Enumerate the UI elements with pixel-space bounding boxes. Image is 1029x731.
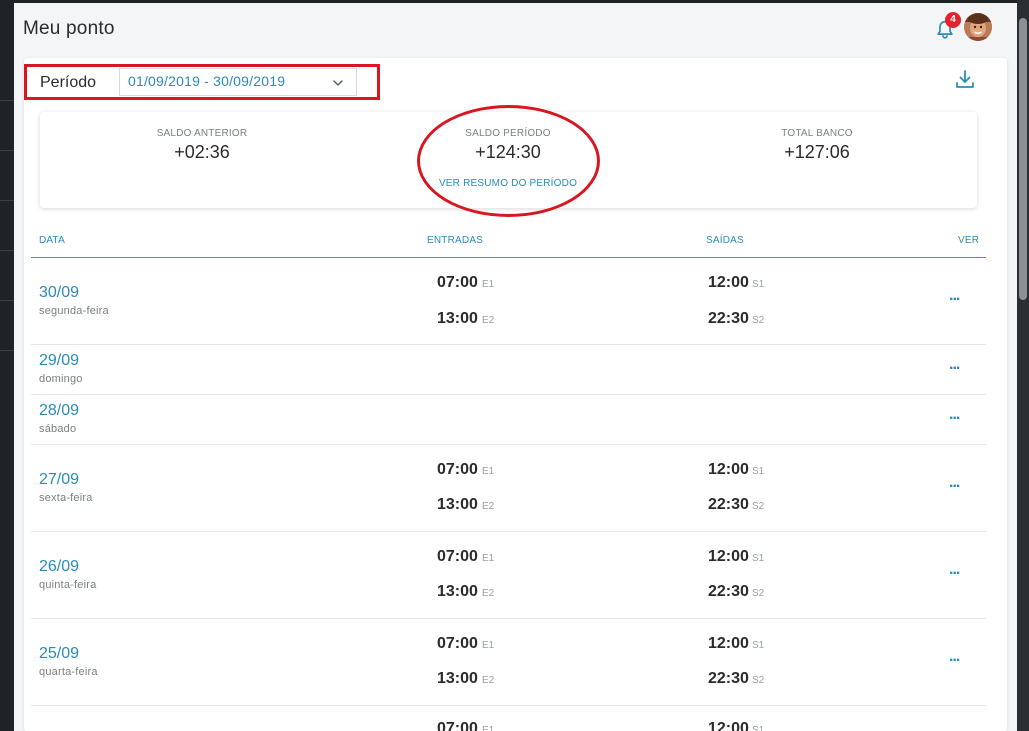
saida-2-tag: S2 <box>752 501 765 512</box>
period-value: 01/09/2019 - 30/09/2019 <box>128 73 286 89</box>
entrada-2-tag: E2 <box>482 675 495 686</box>
entrada-1-tag: E1 <box>482 279 495 290</box>
column-header-saidas: SAÍDAS <box>706 235 744 246</box>
total-banco-value: +127:06 <box>784 142 850 162</box>
entrada-2-time: 13:00 <box>437 496 478 513</box>
entrada-1-time: 07:00 <box>437 635 478 652</box>
app-window: Meu ponto 4 Período 01/09/2019 - 30/09/2… <box>14 3 1017 731</box>
entrada-1-time: 07:00 <box>437 461 478 478</box>
scrollbar-track[interactable] <box>1017 0 1029 731</box>
more-horizontal-icon[interactable]: ... <box>949 561 960 579</box>
saida-1-tag: S1 <box>752 466 765 477</box>
row-date: 29/09 <box>39 352 80 369</box>
page-title: Meu ponto <box>23 18 115 39</box>
saida-2-time: 22:30 <box>708 583 749 600</box>
table-row: 29/09 domingo ... <box>31 345 986 395</box>
page-header: Meu ponto 4 <box>14 3 1017 55</box>
column-header-ver: VER <box>958 235 980 246</box>
column-header-data: DATA <box>39 235 65 246</box>
table-row: 30/09 segunda-feira 07:00 E1 13:00 E2 12… <box>31 258 986 345</box>
more-horizontal-icon[interactable]: ... <box>949 287 960 305</box>
saida-2-tag: S2 <box>752 588 765 599</box>
total-banco: TOTAL BANCO +127:06 <box>697 128 937 163</box>
saida-1-time: 12:00 <box>708 720 749 731</box>
saida-1-time: 12:00 <box>708 548 749 565</box>
saldo-anterior-value: +02:36 <box>174 142 230 162</box>
entrada-2-time: 13:00 <box>437 670 478 687</box>
table-row: 07:00 E1 12:00 S1 <box>31 706 986 731</box>
row-weekday: sexta-feira <box>39 492 93 504</box>
row-weekday: quinta-feira <box>39 579 97 591</box>
row-weekday: domingo <box>39 373 83 385</box>
saida-2-time: 22:30 <box>708 496 749 513</box>
saida-2-time: 22:30 <box>708 670 749 687</box>
entrada-2-time: 13:00 <box>437 310 478 327</box>
table-row: 26/09 quinta-feira 07:00 E1 13:00 E2 12:… <box>31 532 986 619</box>
download-icon[interactable] <box>954 68 976 90</box>
timesheet-card: Período 01/09/2019 - 30/09/2019 SALDO AN… <box>24 58 1007 731</box>
saida-1-time: 12:00 <box>708 461 749 478</box>
saida-1-tag: S1 <box>752 553 765 564</box>
more-horizontal-icon[interactable]: ... <box>949 474 960 492</box>
table-row: 25/09 quarta-feira 07:00 E1 13:00 E2 12:… <box>31 619 986 706</box>
entrada-1-time: 07:00 <box>437 720 478 731</box>
entrada-1-time: 07:00 <box>437 548 478 565</box>
entrada-2-tag: E2 <box>482 315 495 326</box>
background-sidebar-edge <box>0 0 14 731</box>
table-row: 27/09 sexta-feira 07:00 E1 13:00 E2 12:0… <box>31 445 986 532</box>
entrada-1-tag: E1 <box>482 553 495 564</box>
saida-2-tag: S2 <box>752 315 765 326</box>
saida-1-tag: S1 <box>752 725 765 731</box>
entrada-1-time: 07:00 <box>437 274 478 291</box>
column-header-entradas: ENTRADAS <box>427 235 484 246</box>
annotation-ellipse <box>417 105 600 217</box>
saida-2-tag: S2 <box>752 675 765 686</box>
saida-1-tag: S1 <box>752 279 765 290</box>
chevron-down-icon <box>333 80 343 86</box>
row-date: 26/09 <box>39 558 80 575</box>
row-date: 25/09 <box>39 645 80 662</box>
row-weekday: sábado <box>39 423 77 435</box>
more-horizontal-icon[interactable]: ... <box>949 406 960 424</box>
saldo-anterior: SALDO ANTERIOR +02:36 <box>82 128 322 163</box>
table-row: 28/09 sábado ... <box>31 395 986 445</box>
row-date: 30/09 <box>39 284 80 301</box>
more-horizontal-icon[interactable]: ... <box>949 648 960 666</box>
scrollbar-thumb[interactable] <box>1019 18 1027 300</box>
period-select[interactable]: 01/09/2019 - 30/09/2019 <box>119 68 357 96</box>
entrada-1-tag: E1 <box>482 640 495 651</box>
saida-1-time: 12:00 <box>708 274 749 291</box>
more-horizontal-icon[interactable]: ... <box>949 356 960 374</box>
entrada-1-tag: E1 <box>482 725 495 731</box>
row-date: 27/09 <box>39 471 80 488</box>
row-weekday: segunda-feira <box>39 305 109 317</box>
saida-2-time: 22:30 <box>708 310 749 327</box>
total-banco-label: TOTAL BANCO <box>781 128 853 139</box>
entrada-2-tag: E2 <box>482 588 495 599</box>
avatar[interactable] <box>964 13 992 41</box>
row-weekday: quarta-feira <box>39 666 98 678</box>
entrada-1-tag: E1 <box>482 466 495 477</box>
saida-1-tag: S1 <box>752 640 765 651</box>
saida-1-time: 12:00 <box>708 635 749 652</box>
notification-badge[interactable]: 4 <box>945 12 961 28</box>
period-filter: Período 01/09/2019 - 30/09/2019 <box>24 64 380 100</box>
entrada-2-tag: E2 <box>482 501 495 512</box>
row-date: 28/09 <box>39 402 80 419</box>
saldo-anterior-label: SALDO ANTERIOR <box>156 128 248 139</box>
entrada-2-time: 13:00 <box>437 583 478 600</box>
period-label: Período <box>40 74 97 91</box>
